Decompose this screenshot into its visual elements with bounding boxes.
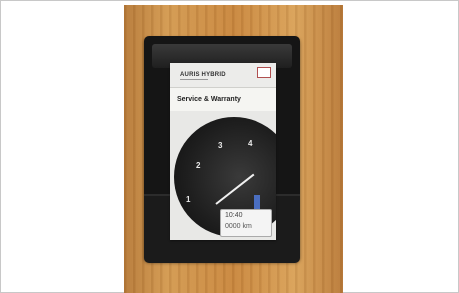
dial-number: 3 [218,141,223,150]
speedometer-photo: 1 2 3 4 10:40 0000 km [170,111,276,240]
indicator-strip [254,195,260,209]
booklet-header: AURIS HYBRID [170,63,276,88]
odometer-time: 10:40 [225,212,243,219]
dial-number: 1 [186,195,191,204]
odometer-reading: 0000 km [225,223,252,230]
photo: AURIS HYBRID Service & Warranty 1 2 3 4 … [124,5,343,293]
brand-logo [257,67,271,78]
dial-number: 4 [248,139,253,148]
subtitle-line [180,79,208,80]
dial-number: 2 [196,161,201,170]
booklet-title: Service & Warranty [177,96,241,103]
model-name: AURIS HYBRID [180,72,226,78]
service-booklet: AURIS HYBRID Service & Warranty 1 2 3 4 … [170,63,276,240]
odometer-display: 10:40 0000 km [220,209,272,237]
